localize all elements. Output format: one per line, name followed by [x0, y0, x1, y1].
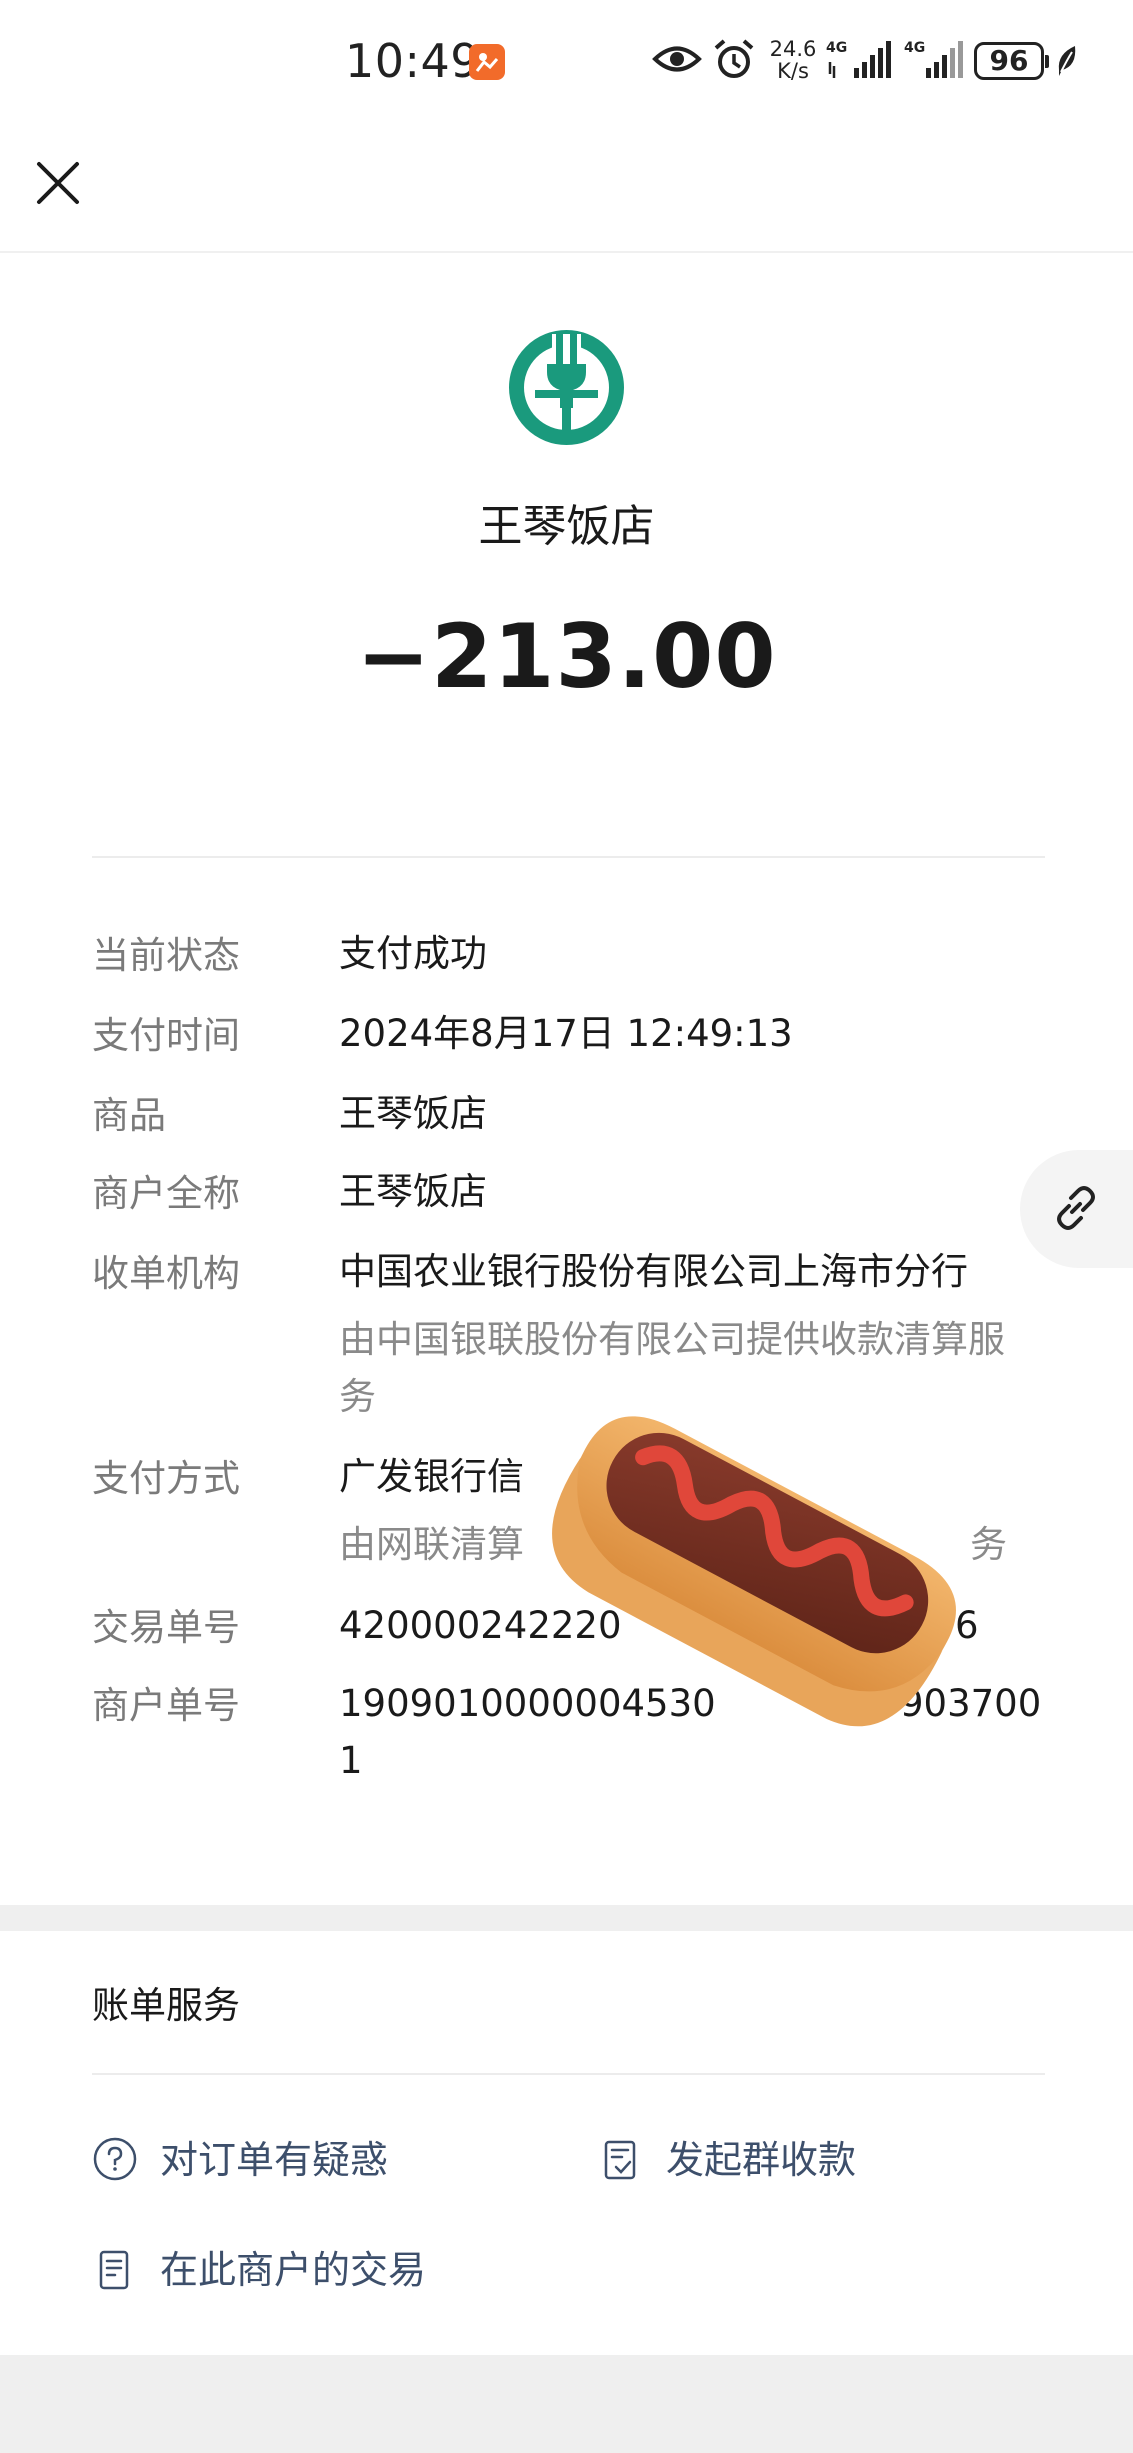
detail-value: 中国农业银行股份有限公司上海市分行: [339, 1250, 968, 1293]
detail-value: 2024年8月17日 12:49:13: [339, 1012, 793, 1055]
leaf-icon: [1058, 46, 1076, 76]
payment-amount: −213.00: [356, 605, 777, 708]
eye-icon: [652, 46, 702, 72]
header-divider: [92, 856, 1045, 858]
bottom-band: [0, 2355, 1133, 2453]
detail-label: 商户单号: [92, 1684, 240, 1727]
service-label: 发起群收款: [666, 2138, 857, 2182]
signal-4g-secondary-icon: 4G: [904, 40, 963, 78]
section-divider: [92, 2073, 1045, 2075]
detail-value: 王琴饭店: [339, 1092, 487, 1135]
status-time: 10:49: [345, 34, 481, 88]
detail-label: 支付时间: [92, 1014, 240, 1057]
detail-label: 收单机构: [92, 1252, 240, 1295]
battery-icon: 96: [974, 42, 1049, 80]
app-notification-icon: [469, 44, 505, 80]
detail-label: 商户全称: [92, 1172, 240, 1215]
group-collect-button[interactable]: 发起群收款: [598, 2130, 898, 2190]
merchant-transactions-button[interactable]: 在此商户的交易: [92, 2240, 472, 2300]
detail-value: 支付成功: [339, 932, 487, 975]
top-divider: [0, 251, 1133, 253]
section-separator: [0, 1905, 1133, 1931]
service-label: 在此商户的交易: [160, 2248, 427, 2292]
detail-label: 商品: [92, 1094, 166, 1137]
svg-text:4G: 4G: [904, 40, 925, 56]
network-speed: 24.6 K/s: [768, 38, 818, 82]
network-speed-value: 24.6: [769, 37, 817, 61]
close-button[interactable]: [30, 155, 86, 211]
detail-label: 当前状态: [92, 934, 240, 977]
status-bar: 10:49 24.6 K/s 4G 4G 96: [0, 0, 1133, 120]
hotdog-sticker: [552, 1416, 956, 1727]
question-circle-icon: [93, 2137, 137, 2181]
merchant-title: 王琴饭店: [478, 501, 655, 552]
copy-link-button[interactable]: [1020, 1150, 1133, 1268]
bill-services-title: 账单服务: [92, 1984, 240, 2027]
document-list-icon: [99, 2250, 129, 2290]
bank-logo-icon: [509, 330, 624, 445]
close-icon[interactable]: [30, 155, 86, 211]
detail-label: 交易单号: [92, 1606, 240, 1649]
detail-label: 支付方式: [92, 1457, 240, 1500]
group-collect-icon: [604, 2140, 636, 2180]
service-label: 对订单有疑惑: [160, 2138, 389, 2182]
detail-value: 王琴饭店: [339, 1170, 487, 1213]
svg-text:4G: 4G: [826, 40, 847, 56]
link-icon[interactable]: [1050, 1182, 1102, 1234]
signal-4g-icon: 4G: [826, 40, 891, 78]
alarm-icon: [714, 39, 754, 78]
network-speed-unit: K/s: [777, 59, 809, 83]
order-question-button[interactable]: 对订单有疑惑: [92, 2130, 422, 2190]
